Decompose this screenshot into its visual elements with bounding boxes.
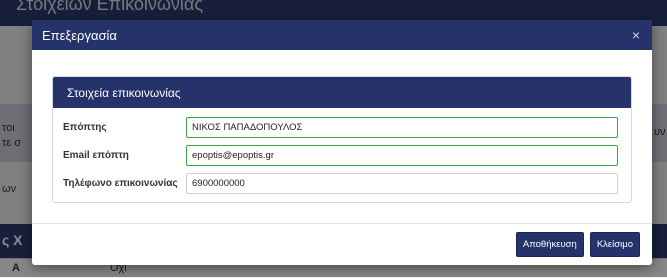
supervisor-value: ΝΙΚΟΣ ΠΑΠΑΔΟΠΟΥΛΟΣ xyxy=(192,122,303,133)
phone-value: 6900000000 xyxy=(192,178,245,189)
panel-body: Επόπτης ΝΙΚΟΣ ΠΑΠΑΔΟΠΟΥΛΟΣ Email επόπτη … xyxy=(53,108,631,202)
contact-panel: Στοιχεία επικοινωνίας Επόπτης ΝΙΚΟΣ ΠΑΠΑ… xyxy=(52,76,632,203)
supervisor-label: Επόπτης xyxy=(63,122,107,133)
supervisor-email-row: Email επόπτη epoptis@epoptis.gr xyxy=(63,144,621,167)
supervisor-email-label: Email επόπτη xyxy=(63,150,129,161)
modal-body: Στοιχεία επικοινωνίας Επόπτης ΝΙΚΟΣ ΠΑΠΑ… xyxy=(32,50,652,203)
panel-title: Στοιχεία επικοινωνίας xyxy=(67,85,181,100)
supervisor-input[interactable]: ΝΙΚΟΣ ΠΑΠΑΔΟΠΟΥΛΟΣ xyxy=(186,117,618,138)
edit-modal: Επεξεργασία × Στοιχεία επικοινωνίας Επόπ… xyxy=(32,20,652,265)
phone-input[interactable]: 6900000000 xyxy=(186,173,618,194)
supervisor-email-value: epoptis@epoptis.gr xyxy=(192,150,274,161)
supervisor-email-input[interactable]: epoptis@epoptis.gr xyxy=(186,145,618,166)
panel-heading: Στοιχεία επικοινωνίας xyxy=(53,77,631,108)
modal-footer: Αποθήκευση Κλείσιμο xyxy=(32,223,652,265)
close-button[interactable]: Κλείσιμο xyxy=(589,232,640,257)
close-icon[interactable]: × xyxy=(632,27,640,43)
save-button[interactable]: Αποθήκευση xyxy=(515,232,584,257)
modal-header: Επεξεργασία × xyxy=(32,20,652,50)
phone-row: Τηλέφωνο επικοινωνίας 6900000000 xyxy=(63,172,621,195)
modal-title: Επεξεργασία xyxy=(42,27,117,43)
phone-label: Τηλέφωνο επικοινωνίας xyxy=(63,178,178,189)
supervisor-row: Επόπτης ΝΙΚΟΣ ΠΑΠΑΔΟΠΟΥΛΟΣ xyxy=(63,116,621,139)
